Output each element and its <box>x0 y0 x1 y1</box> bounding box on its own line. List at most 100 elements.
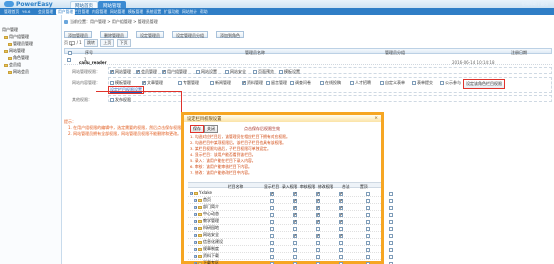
checkbox[interactable] <box>225 70 229 74</box>
checkbox[interactable] <box>350 81 354 85</box>
perm-option[interactable]: 调查问卷 <box>290 80 311 86</box>
expand-icon[interactable]: + <box>194 198 197 202</box>
expand-icon[interactable]: + <box>194 205 197 209</box>
tip-line: 2. 网站管理员拥有全部权限，网站管理员权限不能删除和更改。 <box>68 131 182 136</box>
checkbox[interactable] <box>178 81 182 85</box>
column-name-label: 下载专区 <box>203 260 219 264</box>
permission-checkbox[interactable] <box>389 206 393 210</box>
close-icon[interactable]: × <box>374 116 378 121</box>
perm-option[interactable]: 在线投稿 <box>320 80 341 86</box>
expand-icon[interactable]: + <box>190 191 193 195</box>
perm-option[interactable]: 人才招聘 <box>350 80 371 86</box>
sidebar-item-roles[interactable]: 角色管理 <box>8 55 29 61</box>
pager-go-button[interactable]: 跳转 <box>84 39 99 47</box>
page-input[interactable]: 1 <box>69 41 76 47</box>
checkbox[interactable] <box>110 81 114 85</box>
permission-checkbox[interactable] <box>389 234 393 238</box>
perm-option[interactable]: 新闻管理 <box>210 80 231 86</box>
checkbox[interactable] <box>290 81 294 85</box>
row-checkbox[interactable] <box>67 57 72 62</box>
checkbox[interactable] <box>380 81 384 85</box>
dialog-save-button[interactable]: 保存 <box>190 125 204 133</box>
perm-option[interactable]: 用户组管理 <box>162 69 187 75</box>
nav-item[interactable]: 系统设置 <box>146 9 161 15</box>
perm-option[interactable]: 网站安全 <box>225 69 246 75</box>
nav-item[interactable]: 栏目管理 <box>74 9 89 15</box>
expand-icon[interactable]: + <box>194 233 197 237</box>
tab-site-home[interactable]: 网站首页 <box>70 1 98 9</box>
pager-next-button[interactable]: 下页 <box>116 39 131 47</box>
nav-item[interactable]: 网站管理 <box>110 9 125 15</box>
checkbox[interactable] <box>440 81 444 85</box>
sidebar-item-user-groups[interactable]: 用户组管理 <box>4 34 29 40</box>
add-admin-button[interactable]: 添加管理员 <box>64 31 92 38</box>
perm-option-label: 留言管理 <box>271 80 287 85</box>
perm-option[interactable]: 页面预览 <box>253 69 274 75</box>
set-role-column-permission-button[interactable]: 设定该角色栏目权限 <box>463 79 505 89</box>
expand-icon[interactable]: + <box>194 219 197 223</box>
perm-option-label: 公示参与 <box>445 80 461 85</box>
permission-checkbox[interactable] <box>389 192 393 196</box>
checkbox[interactable] <box>412 81 416 85</box>
add-to-role-button[interactable]: 添加到角色 <box>216 31 244 38</box>
sidebar-item-users[interactable]: 用户管理 <box>2 27 18 33</box>
pager-prev-button[interactable]: 上页 <box>100 39 115 47</box>
checkbox[interactable] <box>110 69 114 74</box>
permission-checkbox[interactable] <box>389 227 393 231</box>
checkbox[interactable] <box>210 81 214 85</box>
tab-site-manage[interactable]: 网站管理 <box>98 1 126 9</box>
sidebar-item-member-groups[interactable]: 会员组 <box>4 62 21 68</box>
perm-option[interactable]: 会员管理 <box>136 69 157 75</box>
nav-item[interactable]: 模板管理 <box>128 9 143 15</box>
checkbox[interactable] <box>142 80 146 85</box>
perm-option[interactable]: 专题管理 <box>178 80 199 86</box>
table-row[interactable]: 1 cailu_reader 2016-06-14 10:14:18 <box>64 55 552 65</box>
permission-checkbox[interactable] <box>389 199 393 203</box>
nav-item[interactable]: 扩展功能 <box>164 9 179 15</box>
checkbox[interactable] <box>136 69 140 74</box>
checkbox[interactable] <box>266 81 270 85</box>
column-name: + 下载专区 <box>194 260 219 264</box>
expand-icon[interactable]: + <box>194 212 197 216</box>
checkbox[interactable] <box>242 80 246 85</box>
set-admin-group-button[interactable]: 设定管理员分组 <box>172 31 208 38</box>
perm-option[interactable]: 网站设置 <box>196 69 217 75</box>
checkbox[interactable] <box>162 69 166 74</box>
permission-row[interactable]: + 下载专区 <box>188 259 393 264</box>
expand-icon[interactable]: + <box>194 247 197 251</box>
permission-checkbox[interactable] <box>389 255 393 259</box>
permission-checkbox[interactable] <box>389 241 393 245</box>
nav-item[interactable]: 网站统计 <box>182 9 197 15</box>
perm-option[interactable]: 模板设置 <box>279 69 300 75</box>
permission-checkbox[interactable] <box>389 220 393 224</box>
nav-item[interactable]: Y6.6 <box>22 9 30 14</box>
perm-option[interactable]: 自定义表单 <box>380 80 405 86</box>
checkbox[interactable] <box>279 70 283 74</box>
nav-right-links[interactable]: 在线帮助 | 退出 <box>522 1 548 7</box>
checkbox[interactable] <box>196 70 200 74</box>
sidebar-item-site[interactable]: 网站管理 <box>4 48 25 54</box>
checkbox[interactable] <box>253 70 257 74</box>
perm-option[interactable]: 公示参与 <box>440 80 461 86</box>
permission-checkbox[interactable] <box>389 248 393 252</box>
perm-option-label: 资料管理 <box>247 80 263 85</box>
set-admin-button[interactable]: 设定管理员 <box>136 31 164 38</box>
perm-option[interactable]: 资料管理 <box>242 80 263 86</box>
checkbox[interactable] <box>320 81 324 85</box>
nav-item[interactable]: 内容管理 <box>92 9 107 15</box>
expand-icon[interactable]: + <box>194 254 197 258</box>
nav-item[interactable]: 帮助 <box>200 9 208 15</box>
perm-option-label: 在线投稿 <box>325 80 341 85</box>
sidebar-item-admins[interactable]: 管理员管理 <box>8 41 33 47</box>
row-name[interactable]: cailu_reader <box>79 60 107 65</box>
delete-admin-button[interactable]: 删除管理员 <box>100 31 128 38</box>
perm-option[interactable]: 表单提交 <box>412 80 433 86</box>
sidebar-item-members[interactable]: 网站会员 <box>8 69 29 75</box>
permission-checkbox[interactable] <box>389 213 393 217</box>
expand-icon[interactable]: + <box>194 226 197 230</box>
perm-option[interactable]: 文章管理 <box>142 80 163 86</box>
perm-option[interactable]: 留言管理 <box>266 80 287 86</box>
dialog-close-button[interactable]: 关闭 <box>204 125 218 133</box>
expand-icon[interactable]: + <box>194 240 197 244</box>
perm-option[interactable]: 网站管理 <box>110 69 131 75</box>
